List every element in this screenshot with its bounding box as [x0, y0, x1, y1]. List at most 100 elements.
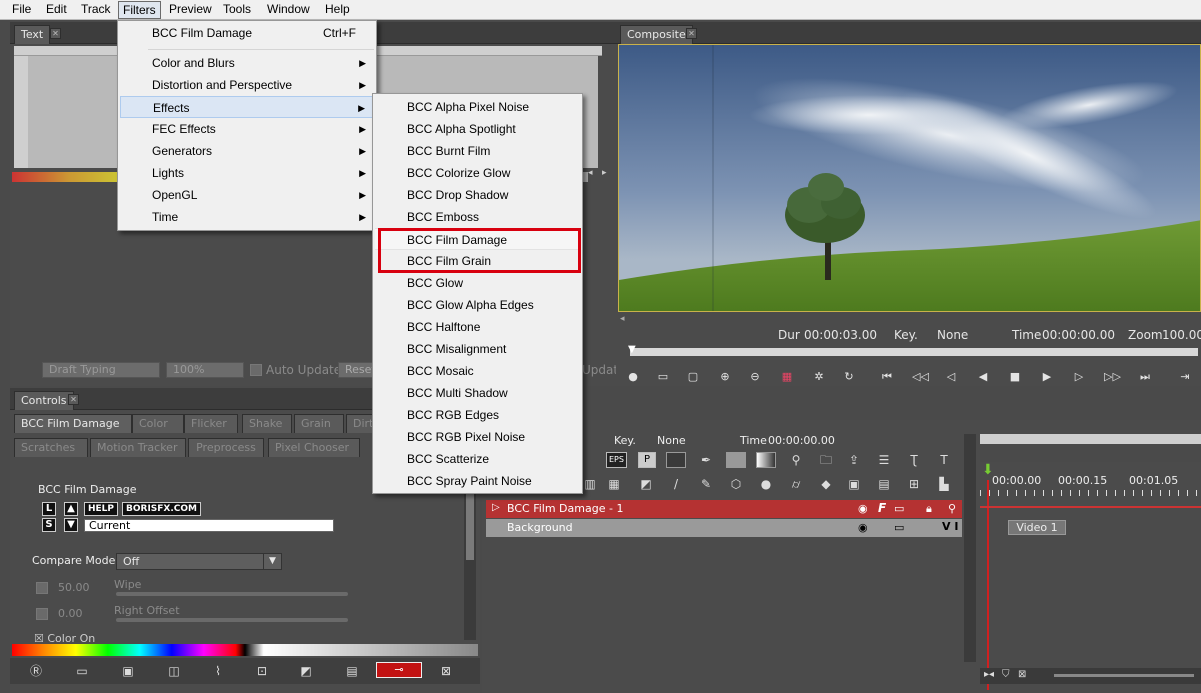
menu-file[interactable]: File — [8, 1, 35, 19]
menu-item-effect[interactable]: BCC Burnt Film — [375, 140, 580, 162]
p-button[interactable]: P — [638, 452, 656, 468]
cube-icon[interactable]: ⬡ — [728, 476, 744, 492]
wipe-slider[interactable] — [116, 592, 348, 596]
video-clip[interactable]: Video 1 — [1008, 520, 1066, 535]
tab-composite[interactable]: Composite — [620, 25, 693, 44]
menu-item-opengl[interactable]: OpenGL ▶ — [120, 184, 374, 206]
chevron-left-icon[interactable]: ◂ — [588, 168, 602, 180]
tab-bcc-film-damage[interactable]: BCC Film Damage — [14, 414, 132, 433]
menu-item-effect[interactable]: BCC RGB Pixel Noise — [375, 426, 580, 448]
frame-icon[interactable]: ▢ — [686, 370, 700, 384]
arrow-up-icon[interactable]: ▲ — [64, 502, 78, 516]
window-icon[interactable]: ▭ — [74, 663, 90, 679]
expand-arrow-icon[interactable]: ▷ — [492, 502, 500, 513]
menu-item-effect[interactable]: BCC Alpha Pixel Noise — [375, 96, 580, 118]
playhead-marker-icon[interactable]: ⬇ — [982, 462, 994, 478]
scrub-bar[interactable] — [630, 348, 1198, 356]
mask-icon[interactable]: ◩ — [638, 476, 654, 492]
pin-icon[interactable]: ⚲ — [948, 502, 956, 515]
solid-icon[interactable] — [726, 452, 746, 468]
menu-item-effect[interactable]: BCC Scatterize — [375, 448, 580, 470]
step-back-icon[interactable]: ◁◁ — [912, 370, 929, 384]
tab-text[interactable]: Text — [14, 25, 51, 44]
cylinder-icon[interactable]: ⌭ — [788, 476, 804, 492]
go-to-start-icon[interactable]: ⏮ — [880, 370, 894, 384]
text-tool-icon[interactable]: T — [936, 452, 952, 468]
menu-item-effect[interactable]: BCC Mosaic — [375, 360, 580, 382]
pen-tool-icon[interactable]: ✒ — [698, 452, 714, 468]
playhead-icon[interactable]: ▼ — [628, 344, 636, 355]
menu-item-distortion[interactable]: Distortion and Perspective ▶ — [120, 74, 374, 96]
menu-filters[interactable]: Filters — [118, 1, 161, 19]
reset-icon[interactable]: Ⓡ — [28, 663, 44, 679]
reset-button[interactable]: Reset — [338, 362, 376, 378]
text-layer-icon[interactable]: ☰ — [876, 452, 892, 468]
preset-field[interactable]: Current — [84, 519, 334, 532]
menu-item-effect[interactable]: BCC Halftone — [375, 316, 580, 338]
play-reverse-icon[interactable]: ◀ — [976, 370, 990, 384]
tab-scratches[interactable]: Scratches — [14, 438, 88, 457]
bezier-icon[interactable]: ⚲ — [788, 452, 804, 468]
diamond-icon[interactable]: ◆ — [818, 476, 834, 492]
menu-tools[interactable]: Tools — [219, 1, 255, 19]
close-icon[interactable]: ✕ — [686, 28, 697, 39]
step-forward-icon[interactable]: ▷▷ — [1104, 370, 1121, 384]
tab-motion-tracker[interactable]: Motion Tracker — [90, 438, 186, 457]
add-keyframe-icon[interactable]: ⇥ — [1178, 370, 1192, 384]
right-offset-slider[interactable] — [116, 618, 348, 622]
tab-preprocess[interactable]: Preprocess — [188, 438, 264, 457]
curve-icon[interactable]: ⌇ — [210, 663, 226, 679]
play-icon[interactable]: ▶ — [1040, 370, 1054, 384]
menu-item-effect[interactable]: BCC Colorize Glow — [375, 162, 580, 184]
menu-item-effect[interactable]: BCC Drop Shadow — [375, 184, 580, 206]
record-icon[interactable]: ● — [626, 370, 640, 384]
fit-icon[interactable]: ⊠ — [1018, 669, 1026, 680]
paint-icon[interactable]: ✎ — [698, 476, 714, 492]
camera-icon[interactable]: ▤ — [876, 476, 892, 492]
gradient-icon[interactable] — [756, 452, 776, 468]
tab-shake[interactable]: Shake — [242, 414, 292, 433]
shield-icon[interactable]: ⛉ — [1002, 669, 1010, 680]
text-box-icon[interactable]: ⊡ — [254, 663, 270, 679]
frame-forward-icon[interactable]: ▷ — [1072, 370, 1086, 384]
menu-item-color-and-blurs[interactable]: Color and Blurs ▶ — [120, 52, 374, 74]
sphere-icon[interactable]: ● — [758, 476, 774, 492]
grid-tool-icon[interactable]: ▦ — [606, 476, 622, 492]
borisfx-link[interactable]: BORISFX.COM — [122, 502, 201, 516]
menu-item-bcc-film-damage[interactable]: BCC Film Damage Ctrl+F — [120, 22, 374, 44]
menu-item-effect[interactable]: BCC Glow Alpha Edges — [375, 294, 580, 316]
stop-icon[interactable]: ■ — [1008, 370, 1022, 384]
track-row-background[interactable]: Background ◉ ▭ V I — [486, 519, 962, 537]
film-strip-icon[interactable]: ▥ — [582, 476, 598, 492]
go-to-end-icon[interactable]: ⏭ — [1138, 370, 1152, 384]
menu-item-effect[interactable]: BCC Spray Paint Noise — [375, 470, 580, 492]
color-bars-icon[interactable]: ▦ — [780, 370, 794, 384]
arrow-down-icon[interactable]: ▼ — [64, 518, 78, 532]
compare-mode-select[interactable]: Off ▼ — [116, 553, 282, 570]
menu-item-effect[interactable]: BCC Misalignment — [375, 338, 580, 360]
save-preset-button[interactable]: S — [42, 518, 56, 532]
menu-item-fec-effects[interactable]: FEC Effects ▶ — [120, 118, 374, 140]
tab-grain[interactable]: Grain — [294, 414, 344, 433]
filter-icon[interactable]: ⊞ — [906, 476, 922, 492]
tab-color[interactable]: Color — [132, 414, 184, 433]
eps-button[interactable]: EPS — [606, 452, 627, 468]
composite-viewer[interactable] — [618, 44, 1201, 312]
key-icon[interactable]: ⊸ — [376, 662, 422, 678]
type-on-icon[interactable]: Ʈ — [906, 452, 922, 468]
menu-item-time[interactable]: Time ▶ — [120, 206, 374, 228]
menu-item-effect[interactable]: BCC Alpha Spotlight — [375, 118, 580, 140]
chevron-right-icon[interactable]: ▸ — [602, 168, 616, 180]
menu-item-effect[interactable]: BCC Glow — [375, 272, 580, 294]
menu-window[interactable]: Window — [263, 1, 314, 19]
monitor-icon[interactable]: ▭ — [894, 521, 904, 534]
image-icon[interactable]: ▣ — [846, 476, 862, 492]
close-icon[interactable]: ✕ — [68, 394, 79, 405]
wipe-checkbox[interactable] — [36, 582, 48, 594]
menu-item-effect[interactable]: BCC RGB Edges — [375, 404, 580, 426]
menu-item-effects[interactable]: Effects ▶ — [120, 96, 374, 118]
timeline-scroll-track[interactable] — [980, 434, 1201, 444]
frame-back-icon[interactable]: ◁ — [944, 370, 958, 384]
zoom-field[interactable]: 100% — [166, 362, 244, 378]
menu-item-lights[interactable]: Lights ▶ — [120, 162, 374, 184]
